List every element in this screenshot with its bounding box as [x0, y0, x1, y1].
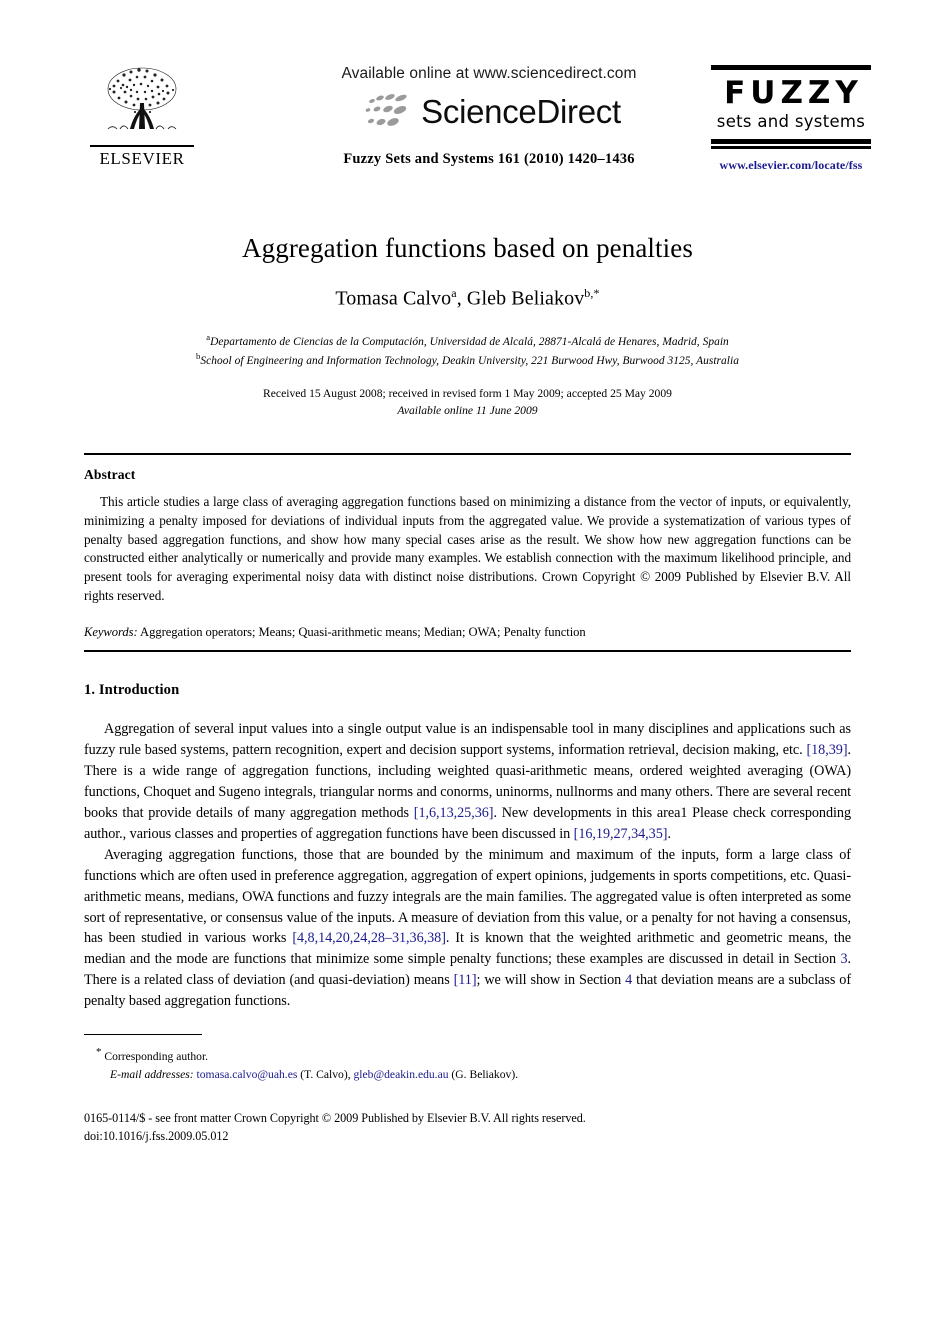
author-list: Tomasa Calvoa, Gleb Beliakovb,*	[84, 286, 851, 311]
author-2-affiliation-marker: b,*	[584, 286, 600, 301]
keywords-line: Keywords: Aggregation operators; Means; …	[84, 625, 851, 640]
sciencedirect-wordmark: ScienceDirect	[421, 92, 621, 130]
p2-text-4: ; we will show in Section	[476, 972, 626, 989]
email-2-owner: (G. Beliakov).	[448, 1067, 519, 1081]
intro-paragraph-1: Aggregation of several input values into…	[84, 719, 851, 845]
copyright-block: 0165-0114/$ - see front matter Crown Cop…	[84, 1109, 851, 1145]
p1-text-4: .	[667, 825, 671, 842]
section-link-3[interactable]: 3	[840, 951, 847, 967]
p1-text-1: Aggregation of several input values into…	[84, 721, 851, 759]
available-online-date: Available online 11 June 2009	[397, 404, 538, 418]
affiliation-2: bSchool of Engineering and Information T…	[84, 350, 851, 369]
citation-ref-1-6-13-25-36[interactable]: [1,6,13,25,36]	[414, 805, 494, 821]
journal-logo-subtitle: sets and systems	[716, 111, 866, 131]
affiliation-2-text: School of Engineering and Information Te…	[200, 355, 739, 368]
keywords-value: Aggregation operators; Means; Quasi-arit…	[137, 625, 586, 640]
corresponding-author-note: * Corresponding author.	[96, 1044, 851, 1065]
author-separator: ,	[456, 288, 467, 311]
citation-ref-11[interactable]: [11]	[454, 972, 477, 988]
article-body: 1. Introduction Aggregation of several i…	[84, 682, 851, 1012]
journal-logo-title: FUZZY	[724, 75, 863, 111]
email-link-beliakov[interactable]: gleb@deakin.edu.au	[354, 1068, 449, 1081]
title-block: Aggregation functions based on penalties…	[84, 232, 851, 419]
sciencedirect-dots-icon	[365, 94, 407, 126]
affiliation-1: aDepartamento de Ciencias de la Computac…	[84, 331, 851, 350]
abstract-bottom-divider	[84, 650, 851, 653]
elsevier-tree-icon	[90, 63, 194, 143]
elsevier-wordmark: ELSEVIER	[99, 149, 185, 168]
doi-line: doi:10.1016/j.fss.2009.05.012	[84, 1129, 229, 1144]
sciencedirect-logo: ScienceDirect	[274, 91, 704, 131]
abstract-heading: Abstract	[84, 467, 136, 483]
author-1-name: Tomasa Calvo	[335, 288, 452, 311]
citation-ref-4-8-14-20-24-28-31-36-38[interactable]: [4,8,14,20,24,28–31,36,38]	[292, 930, 446, 946]
email-addresses-line: E-mail addresses: tomasa.calvo@uah.es (T…	[96, 1066, 851, 1083]
copyright-line: 0165-0114/$ - see front matter Crown Cop…	[84, 1111, 586, 1126]
footnote-divider	[84, 1034, 202, 1036]
citation-ref-16-19-27-34-35[interactable]: [16,19,27,34,35]	[574, 826, 668, 842]
citation-ref-18-39[interactable]: [18,39]	[806, 742, 847, 758]
received-dates: Received 15 August 2008; received in rev…	[263, 386, 672, 400]
journal-logo-bottom-bar	[711, 138, 871, 144]
available-online-text: Available online at www.sciencedirect.co…	[341, 65, 637, 82]
journal-logo-bottom-bar-thin	[711, 145, 871, 149]
paper-page: ELSEVIER Available online at www.science…	[0, 55, 935, 1321]
abstract-section: Abstract This article studies a large cl…	[84, 467, 851, 605]
keywords-label: Keywords:	[84, 625, 138, 640]
email-link-calvo[interactable]: tomasa.calvo@uah.es	[197, 1068, 298, 1081]
journal-logo-top-bar	[711, 65, 871, 70]
footnote-block: * Corresponding author. E-mail addresses…	[96, 1044, 851, 1083]
elsevier-logo-divider	[90, 145, 194, 147]
elsevier-logo: ELSEVIER	[82, 63, 202, 167]
page-title: Aggregation functions based on penalties	[242, 233, 693, 263]
journal-url-link[interactable]: www.elsevier.com/locate/fss	[711, 158, 871, 173]
abstract-body: This article studies a large class of av…	[84, 494, 851, 603]
corresponding-author-text: Corresponding author.	[101, 1050, 209, 1064]
sciencedirect-block: Available online at www.sciencedirect.co…	[274, 65, 704, 168]
intro-paragraph-2: Averaging aggregation functions, those t…	[84, 845, 851, 1013]
abstract-top-divider	[84, 453, 851, 456]
section-heading-introduction: 1. Introduction	[84, 682, 180, 699]
affiliation-1-text: Departamento de Ciencias de la Computaci…	[210, 335, 729, 348]
journal-logo: FUZZY sets and systems www.elsevier.com/…	[711, 65, 871, 173]
masthead: ELSEVIER Available online at www.science…	[64, 55, 871, 210]
publication-history: Received 15 August 2008; received in rev…	[84, 385, 851, 420]
email-1-owner: (T. Calvo),	[297, 1067, 354, 1081]
author-2-name: Gleb Beliakov	[466, 288, 585, 311]
journal-reference: Fuzzy Sets and Systems 161 (2010) 1420–1…	[343, 151, 635, 167]
email-addresses-label: E-mail addresses:	[110, 1067, 194, 1081]
